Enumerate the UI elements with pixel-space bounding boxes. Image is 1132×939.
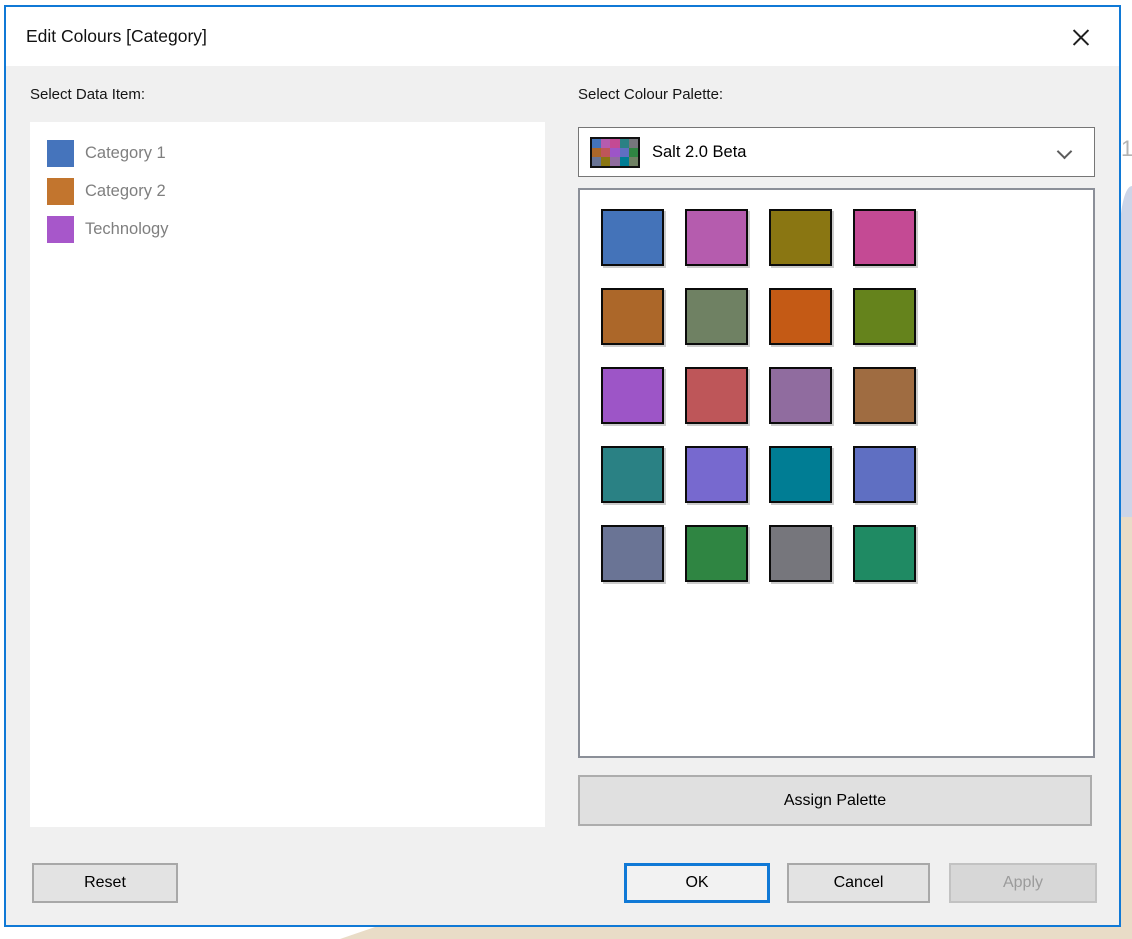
palette-swatch[interactable] [601,209,664,266]
palette-swatch[interactable] [601,446,664,503]
palette-swatch[interactable] [853,209,916,266]
dialog-titlebar: Edit Colours [Category] [6,7,1119,66]
list-item[interactable]: Category 2 [30,172,545,210]
palette-swatch[interactable] [853,367,916,424]
palette-swatch[interactable] [685,446,748,503]
select-colour-palette-label: Select Colour Palette: [578,86,723,103]
background-beige-shape-right [1120,517,1132,939]
palette-swatch[interactable] [685,367,748,424]
palette-swatch[interactable] [769,367,832,424]
item-label: Category 1 [85,144,166,163]
item-color-swatch [47,178,74,205]
edit-colours-dialog: Edit Colours [Category] Select Data Item… [4,5,1121,927]
palette-swatch[interactable] [685,525,748,582]
palette-swatch[interactable] [769,525,832,582]
dialog-title: Edit Colours [Category] [26,26,207,47]
palette-dropdown-value: Salt 2.0 Beta [652,143,746,162]
select-data-item-label: Select Data Item: [30,86,145,103]
palette-swatch-panel [578,188,1095,758]
palette-swatch[interactable] [601,525,664,582]
palette-swatch[interactable] [601,288,664,345]
close-icon [1070,27,1091,48]
apply-button[interactable]: Apply [949,863,1097,903]
screen: 1 Edit Colours [Category] Select Data It… [0,0,1132,939]
ok-button[interactable]: OK [624,863,770,903]
item-label: Technology [85,220,168,239]
palette-swatch[interactable] [769,446,832,503]
chevron-down-icon [1057,144,1073,160]
background-page-indicator: 1 [1121,136,1132,162]
palette-thumbnail [590,137,640,168]
list-item[interactable]: Technology [30,210,545,248]
palette-grid [601,209,931,582]
close-button[interactable] [1063,20,1097,54]
palette-swatch[interactable] [685,209,748,266]
item-color-swatch [47,216,74,243]
list-item[interactable]: Category 1 [30,134,545,172]
cancel-button[interactable]: Cancel [787,863,930,903]
assign-palette-button[interactable]: Assign Palette [578,775,1092,826]
palette-swatch[interactable] [601,367,664,424]
palette-swatch[interactable] [685,288,748,345]
palette-swatch[interactable] [853,525,916,582]
palette-dropdown[interactable]: Salt 2.0 Beta [578,127,1095,177]
palette-swatch[interactable] [853,446,916,503]
palette-swatch[interactable] [853,288,916,345]
item-color-swatch [47,140,74,167]
palette-swatch[interactable] [769,209,832,266]
background-lavender-shape [1120,186,1132,517]
reset-button[interactable]: Reset [32,863,178,903]
background-beige-shape-bottom [340,926,1132,939]
data-item-list: Category 1 Category 2 Technology [30,122,545,827]
item-label: Category 2 [85,182,166,201]
palette-swatch[interactable] [769,288,832,345]
